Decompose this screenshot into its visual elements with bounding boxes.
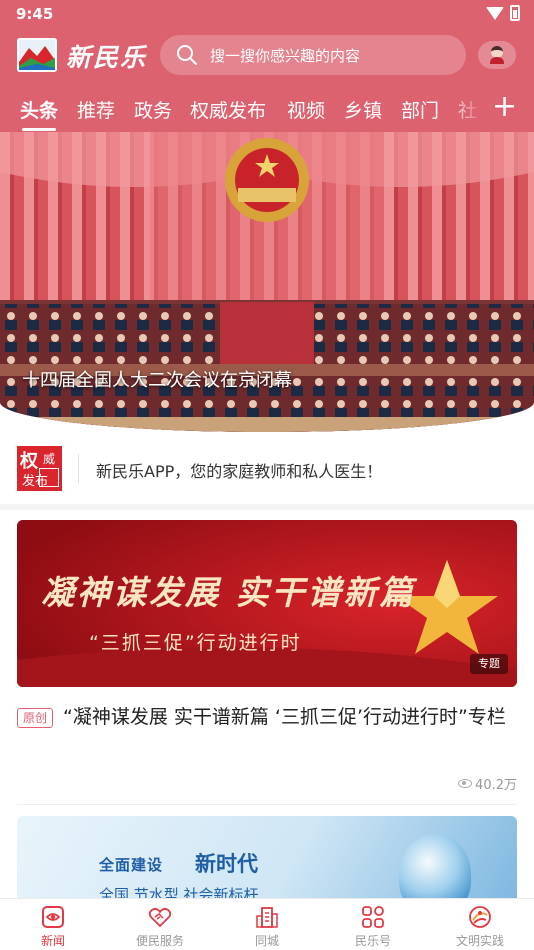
section-gap <box>0 504 534 510</box>
feature-banner-subtitle: “三抓三促”行动进行时 <box>89 632 302 654</box>
active-tab-indicator <box>22 128 56 131</box>
tab-headlines[interactable]: 头条 <box>20 96 58 123</box>
nav-local[interactable]: 同城 <box>214 899 320 950</box>
original-badge: 原创 <box>17 708 53 728</box>
view-count: 40.2万 <box>475 778 517 793</box>
official-release-badge-icon: 权 威 发布 <box>17 446 62 491</box>
wifi-icon <box>486 6 504 20</box>
special-topic-tag: 专题 <box>470 654 508 674</box>
battery-icon <box>510 5 520 21</box>
nav-label-minle-accounts: 民乐号 <box>354 934 391 948</box>
hero-banner[interactable]: 十四届全国人大二次会议在京闭幕 <box>0 132 534 432</box>
app-name: 新民乐 <box>66 43 148 72</box>
article-views: 40.2万 <box>458 774 517 793</box>
nav-label-local: 同城 <box>254 934 279 948</box>
nav-services[interactable]: 便民服务 <box>107 899 213 950</box>
avatar-body <box>490 57 504 64</box>
second-article-image[interactable]: 全面建设 新时代 全国 节水型 社会新标杆 <box>17 816 517 900</box>
apps-grid-icon <box>362 906 384 928</box>
tab-video[interactable]: 视频 <box>287 96 325 123</box>
notice-divider <box>78 454 79 484</box>
news-icon <box>42 906 64 928</box>
user-avatar-button[interactable] <box>478 41 516 69</box>
row-divider <box>17 804 517 805</box>
article-title[interactable]: “凝神谋发展 实干谱新篇 ‘三抓三促’行动进行时”专栏 <box>17 702 517 733</box>
bottom-nav: 新闻 便民服务 同城 民乐号 文明实践 <box>0 898 534 950</box>
tab-government[interactable]: 政务 <box>134 96 172 123</box>
badge-char-2: 威 <box>43 452 56 466</box>
civilization-practice-icon <box>469 906 491 928</box>
water-drop-icon <box>399 834 471 900</box>
search-icon <box>177 45 197 65</box>
tabs-fade <box>445 92 485 128</box>
add-channel-button[interactable]: + <box>492 92 517 122</box>
nav-label-services: 便民服务 <box>135 934 184 948</box>
card2-line1-a: 全面建设 <box>99 856 164 874</box>
tab-towns[interactable]: 乡镇 <box>344 96 382 123</box>
card2-line1-b: 新时代 <box>195 851 258 876</box>
search-input[interactable]: 搜一搜你感兴趣的内容 <box>160 35 466 75</box>
feature-banner-title: 凝神谋发展 实干谱新篇 <box>41 573 416 612</box>
city-building-icon <box>256 907 278 928</box>
status-time: 9:45 <box>16 5 54 23</box>
feature-banner[interactable]: 凝神谋发展 实干谱新篇 “三抓三促”行动进行时 专题 <box>17 520 517 687</box>
app-logo-icon <box>17 38 57 72</box>
eye-icon <box>458 779 473 788</box>
nav-news[interactable]: 新闻 <box>0 899 106 950</box>
notice-text: 新民乐APP，您的家庭教师和私人医生！ <box>96 462 383 481</box>
tab-departments[interactable]: 部门 <box>401 96 439 123</box>
tab-official-release[interactable]: 权威发布 <box>190 96 266 123</box>
search-placeholder: 搜一搜你感兴趣的内容 <box>210 47 361 65</box>
header: 9:45 新民乐 搜一搜你感兴趣的内容 头条 推荐 政务 权威发布 视频 乡镇 … <box>0 0 534 132</box>
hero-caption: 十四届全国人大二次会议在京闭幕 <box>22 370 292 391</box>
badge-char-3: 发布 <box>22 474 49 489</box>
nav-civilization[interactable]: 文明实践 <box>427 899 533 950</box>
handshake-icon <box>148 907 172 928</box>
status-icons <box>486 5 520 21</box>
notice-row[interactable]: 权 威 发布 新民乐APP，您的家庭教师和私人医生！ <box>0 432 534 504</box>
nav-label-civilization: 文明实践 <box>455 934 504 948</box>
status-bar: 9:45 <box>0 0 534 28</box>
tab-recommend[interactable]: 推荐 <box>77 96 115 123</box>
nav-minle-accounts[interactable]: 民乐号 <box>320 899 426 950</box>
nav-label-news: 新闻 <box>40 934 65 948</box>
